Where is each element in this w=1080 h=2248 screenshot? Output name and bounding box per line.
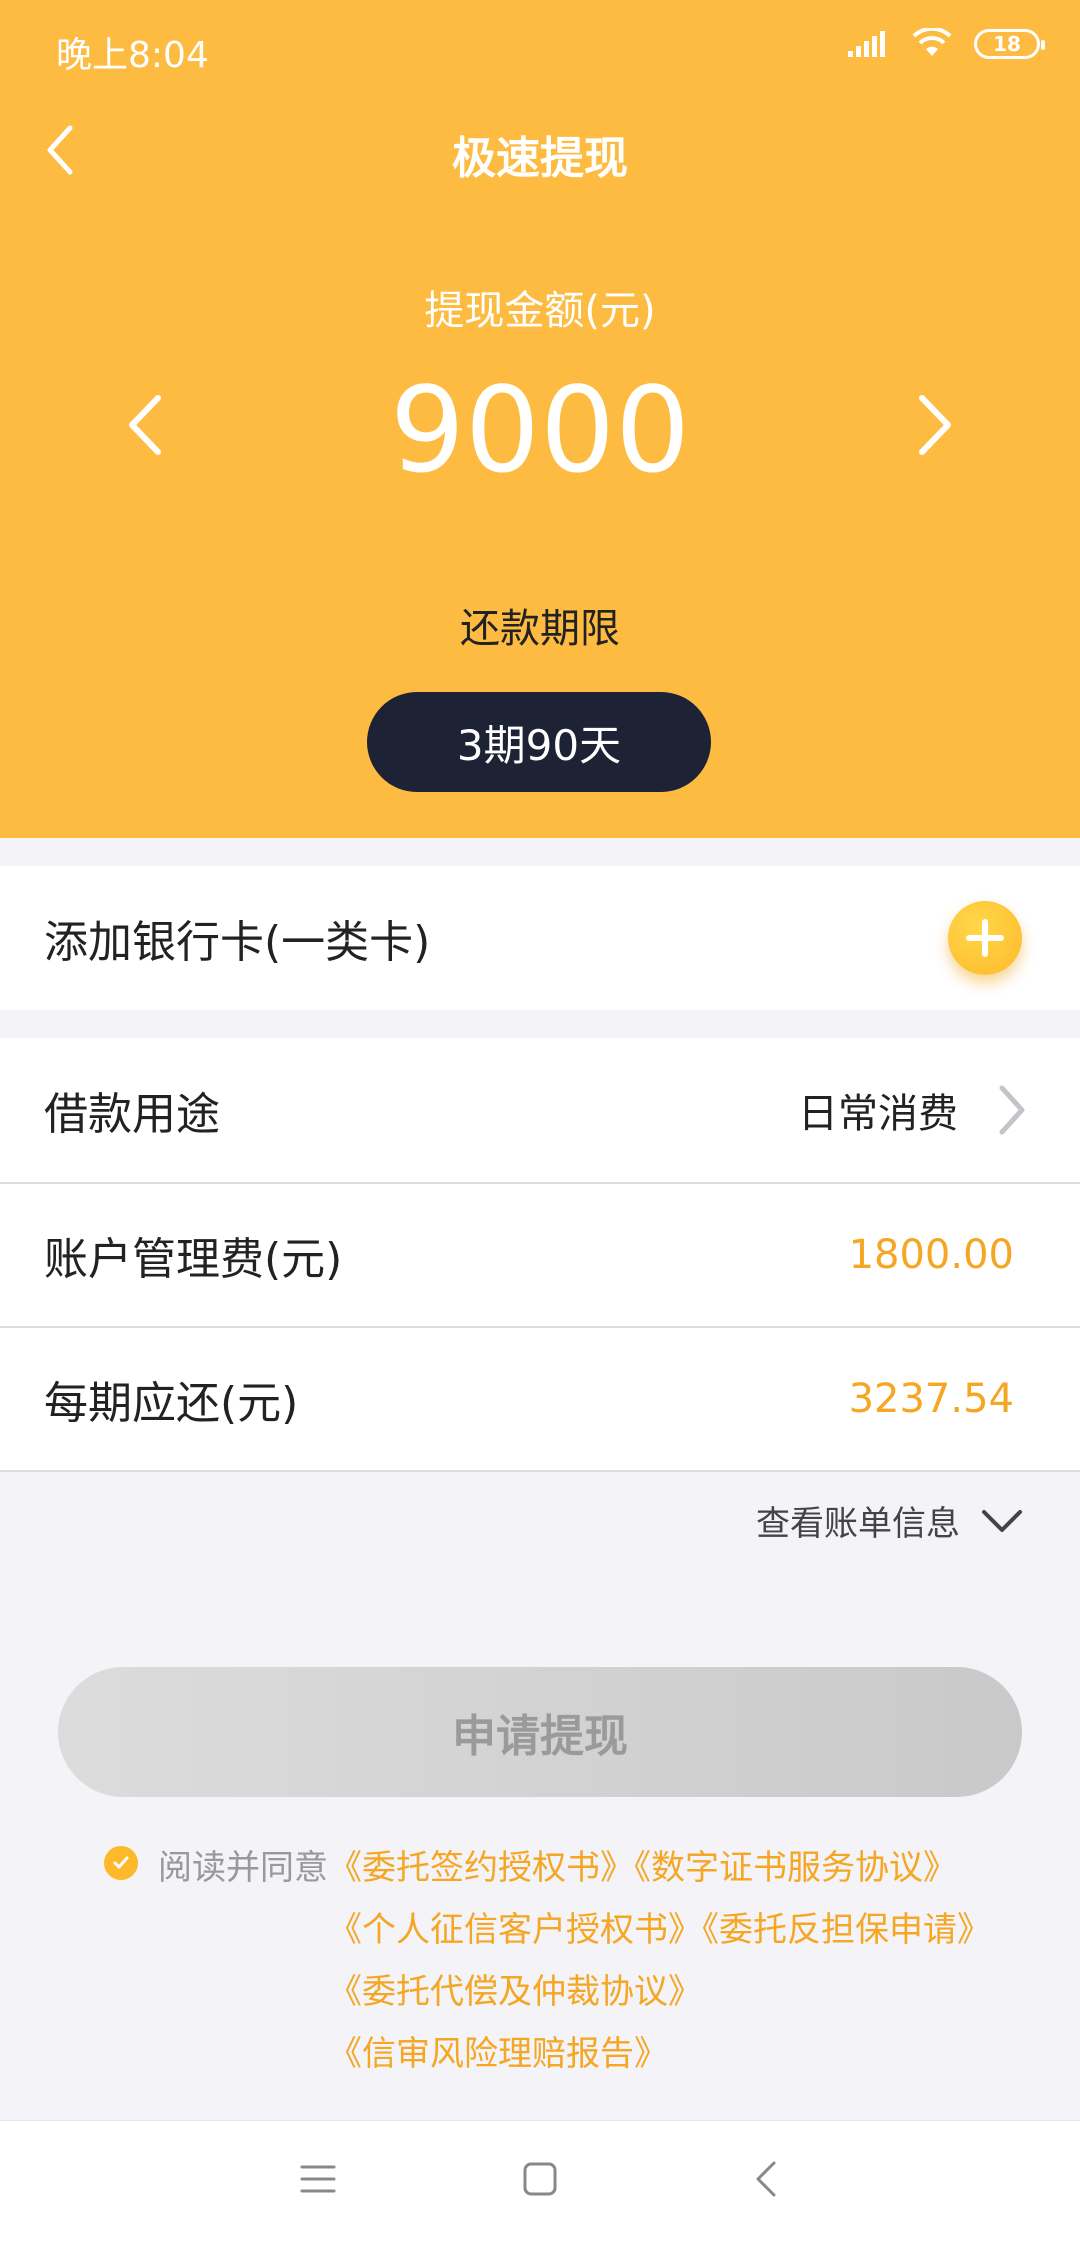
- battery-icon: 18: [974, 29, 1045, 59]
- add-bank-card-button[interactable]: [948, 901, 1022, 975]
- account-fee-value: 1800.00: [848, 1232, 1014, 1278]
- view-bill-info-toggle[interactable]: 查看账单信息: [756, 1496, 1024, 1545]
- system-nav-bar: [0, 2120, 1080, 2248]
- checkmark-icon: [113, 1856, 129, 1869]
- header: 晚上8:04 18 极速提现 提现金额(元) 9000 还款期限 3期90天: [0, 0, 1080, 838]
- installment-label: 每期应还(元): [44, 1378, 299, 1429]
- signal-icon: [848, 31, 885, 57]
- account-fee-label: 账户管理费(元): [44, 1234, 343, 1285]
- agree-checkbox[interactable]: [104, 1846, 138, 1880]
- chevron-right-icon: [999, 1085, 1025, 1135]
- account-fee-row: 账户管理费(元) 1800.00: [0, 1184, 1080, 1326]
- agreement-links-2[interactable]: 《个人征信客户授权书》《委托反担保申请》: [328, 1902, 991, 1951]
- agreement-links-4[interactable]: 《信审风险理赔报告》: [328, 2026, 668, 2075]
- back-icon[interactable]: [746, 2157, 786, 2201]
- wifi-icon: [912, 28, 952, 56]
- agreement-links-3[interactable]: 《委托代偿及仲裁协议》: [328, 1964, 702, 2013]
- battery-level: 18: [993, 32, 1021, 56]
- status-icons: 18: [846, 28, 1045, 60]
- add-bank-card-label: 添加银行卡(一类卡): [44, 917, 431, 968]
- installment-value: 3237.54: [848, 1376, 1014, 1422]
- loan-purpose-label: 借款用途: [44, 1089, 220, 1140]
- add-bank-card-row[interactable]: 添加银行卡(一类卡): [0, 866, 1080, 1010]
- increase-amount-icon[interactable]: [910, 390, 960, 460]
- loan-purpose-row[interactable]: 借款用途 日常消费: [0, 1038, 1080, 1182]
- plus-icon: [966, 919, 1004, 957]
- divider: [0, 1470, 1080, 1472]
- view-bill-info-label: 查看账单信息: [756, 1504, 960, 1544]
- status-time: 晚上8:04: [56, 35, 209, 76]
- installment-row: 每期应还(元) 3237.54: [0, 1328, 1080, 1470]
- agreement-links-1[interactable]: 《委托签约授权书》《数字证书服务协议》: [328, 1848, 957, 1888]
- menu-icon[interactable]: [298, 2157, 338, 2201]
- page-title: 极速提现: [452, 133, 628, 184]
- amount-label: 提现金额(元): [424, 288, 656, 334]
- agreement-prefix: 阅读并同意: [158, 1848, 328, 1888]
- loan-purpose-value: 日常消费: [798, 1091, 958, 1137]
- term-label: 还款期限: [460, 606, 620, 652]
- chevron-down-icon: [982, 1509, 1022, 1532]
- home-icon[interactable]: [520, 2157, 560, 2201]
- term-selector-button[interactable]: 3期90天: [367, 692, 711, 792]
- apply-withdraw-button[interactable]: 申请提现: [58, 1667, 1022, 1797]
- agreement-line-1: 阅读并同意《委托签约授权书》《数字证书服务协议》: [158, 1840, 957, 1889]
